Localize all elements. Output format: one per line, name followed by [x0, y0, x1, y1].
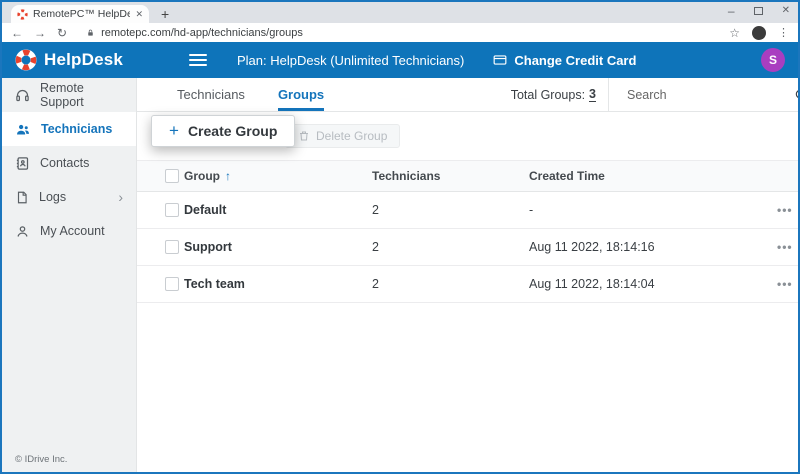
bookmark-star-icon[interactable]: ☆: [729, 26, 740, 40]
logs-icon: [15, 190, 29, 205]
search-box: [608, 78, 798, 111]
change-credit-card-button[interactable]: Change Credit Card: [492, 53, 636, 68]
back-icon[interactable]: ←: [11, 27, 23, 39]
browser-window: RemotePC™ HelpDesk - Groups ✕ + – ✕ ← → …: [0, 0, 800, 474]
tab-technicians[interactable]: Technicians: [177, 78, 245, 111]
favicon-lifesaver-icon: [17, 9, 28, 20]
forward-icon[interactable]: →: [34, 27, 46, 39]
column-header-technicians[interactable]: Technicians: [372, 169, 529, 183]
delete-group-button[interactable]: Delete Group: [285, 124, 400, 148]
row-actions-icon[interactable]: •••: [777, 240, 793, 254]
created-time: Aug 11 2022, 18:14:04: [529, 277, 777, 291]
app-header: HelpDesk Plan: HelpDesk (Unlimited Techn…: [2, 42, 798, 78]
sidebar-item-label: My Account: [40, 224, 105, 238]
row-actions-icon[interactable]: •••: [777, 277, 793, 291]
new-tab-button[interactable]: +: [161, 7, 169, 21]
created-time: Aug 11 2022, 18:14:16: [529, 240, 777, 254]
tab-close-icon[interactable]: ✕: [135, 9, 143, 20]
sidebar-item-label: Contacts: [40, 156, 89, 170]
logo-text: HelpDesk: [44, 50, 123, 70]
create-group-label: Create Group: [188, 123, 277, 139]
headset-icon: [15, 88, 30, 103]
group-name: Default: [184, 203, 372, 217]
technicians-count: 2: [372, 203, 529, 217]
table-row: Tech team 2 Aug 11 2022, 18:14:04 •••: [137, 266, 798, 303]
reload-icon[interactable]: ↻: [57, 27, 67, 39]
sidebar-item-technicians[interactable]: Technicians: [2, 112, 136, 146]
contacts-icon: [15, 156, 30, 171]
total-groups-label: Total Groups:: [511, 88, 585, 102]
row-checkbox[interactable]: [165, 277, 179, 291]
technicians-icon: [15, 122, 31, 137]
create-group-button[interactable]: + Create Group: [151, 115, 295, 147]
lifesaver-logo-icon: [15, 49, 37, 71]
sidebar-item-my-account[interactable]: My Account: [2, 214, 136, 248]
row-checkbox[interactable]: [165, 203, 179, 217]
technicians-count: 2: [372, 240, 529, 254]
browser-menu-icon[interactable]: ⋮: [778, 26, 789, 39]
chevron-right-icon: ›: [118, 190, 123, 204]
trash-icon: [298, 130, 310, 142]
table-header: Group↑ Technicians Created Time: [137, 160, 798, 192]
column-header-group[interactable]: Group↑: [184, 169, 372, 183]
user-avatar[interactable]: S: [761, 48, 785, 72]
main-content: Technicians Groups Total Groups: 3: [137, 78, 798, 472]
browser-toolbar: ← → ↻ remotepc.com/hd-app/technicians/gr…: [2, 23, 798, 42]
technicians-count: 2: [372, 277, 529, 291]
group-name: Tech team: [184, 277, 372, 291]
plus-icon: +: [169, 124, 179, 138]
credit-card-icon: [492, 53, 508, 67]
browser-tab-title: RemotePC™ HelpDesk - Groups: [33, 8, 130, 20]
url-text: remotepc.com/hd-app/technicians/groups: [101, 27, 303, 39]
search-icon[interactable]: [794, 88, 800, 102]
page-tabs: Technicians Groups Total Groups: 3: [137, 78, 798, 112]
plan-label: Plan: HelpDesk (Unlimited Technicians): [237, 53, 464, 68]
close-window-icon[interactable]: ✕: [782, 5, 790, 16]
hamburger-menu-icon[interactable]: [189, 54, 207, 66]
actions-row: + Create Group Delete Group: [137, 112, 798, 160]
row-actions-icon[interactable]: •••: [777, 203, 793, 217]
search-input[interactable]: [627, 88, 788, 102]
column-header-created-time[interactable]: Created Time: [529, 169, 777, 183]
browser-tabstrip: RemotePC™ HelpDesk - Groups ✕ + – ✕: [2, 2, 798, 23]
table-row: Support 2 Aug 11 2022, 18:14:16 •••: [137, 229, 798, 266]
sidebar-item-label: Technicians: [41, 122, 112, 136]
total-groups-count: 3: [589, 88, 596, 102]
empty-area: [137, 303, 798, 472]
sidebar-item-label: Logs: [39, 190, 66, 204]
maximize-icon[interactable]: [754, 7, 763, 15]
sidebar-item-contacts[interactable]: Contacts: [2, 146, 136, 180]
user-icon: [15, 224, 30, 239]
delete-group-label: Delete Group: [316, 129, 387, 143]
select-all-checkbox[interactable]: [165, 169, 179, 183]
address-bar[interactable]: remotepc.com/hd-app/technicians/groups: [78, 27, 718, 39]
sort-asc-icon: ↑: [225, 169, 231, 183]
browser-profile-avatar[interactable]: [752, 26, 766, 40]
lock-icon: [86, 28, 95, 38]
change-credit-card-label: Change Credit Card: [514, 53, 636, 68]
copyright-text: © IDrive Inc.: [15, 454, 67, 465]
sidebar: Remote Support Technicians Contacts Logs: [2, 78, 137, 472]
minimize-icon[interactable]: –: [728, 6, 735, 16]
created-time: -: [529, 203, 777, 217]
table-row: Default 2 - •••: [137, 192, 798, 229]
group-name: Support: [184, 240, 372, 254]
sidebar-item-remote-support[interactable]: Remote Support: [2, 78, 136, 112]
helpdesk-logo: HelpDesk: [15, 49, 165, 71]
row-checkbox[interactable]: [165, 240, 179, 254]
browser-tab[interactable]: RemotePC™ HelpDesk - Groups ✕: [11, 5, 149, 23]
total-groups: Total Groups: 3: [511, 78, 596, 111]
tab-groups[interactable]: Groups: [278, 78, 324, 111]
sidebar-item-label: Remote Support: [40, 81, 123, 109]
sidebar-item-logs[interactable]: Logs ›: [2, 180, 136, 214]
